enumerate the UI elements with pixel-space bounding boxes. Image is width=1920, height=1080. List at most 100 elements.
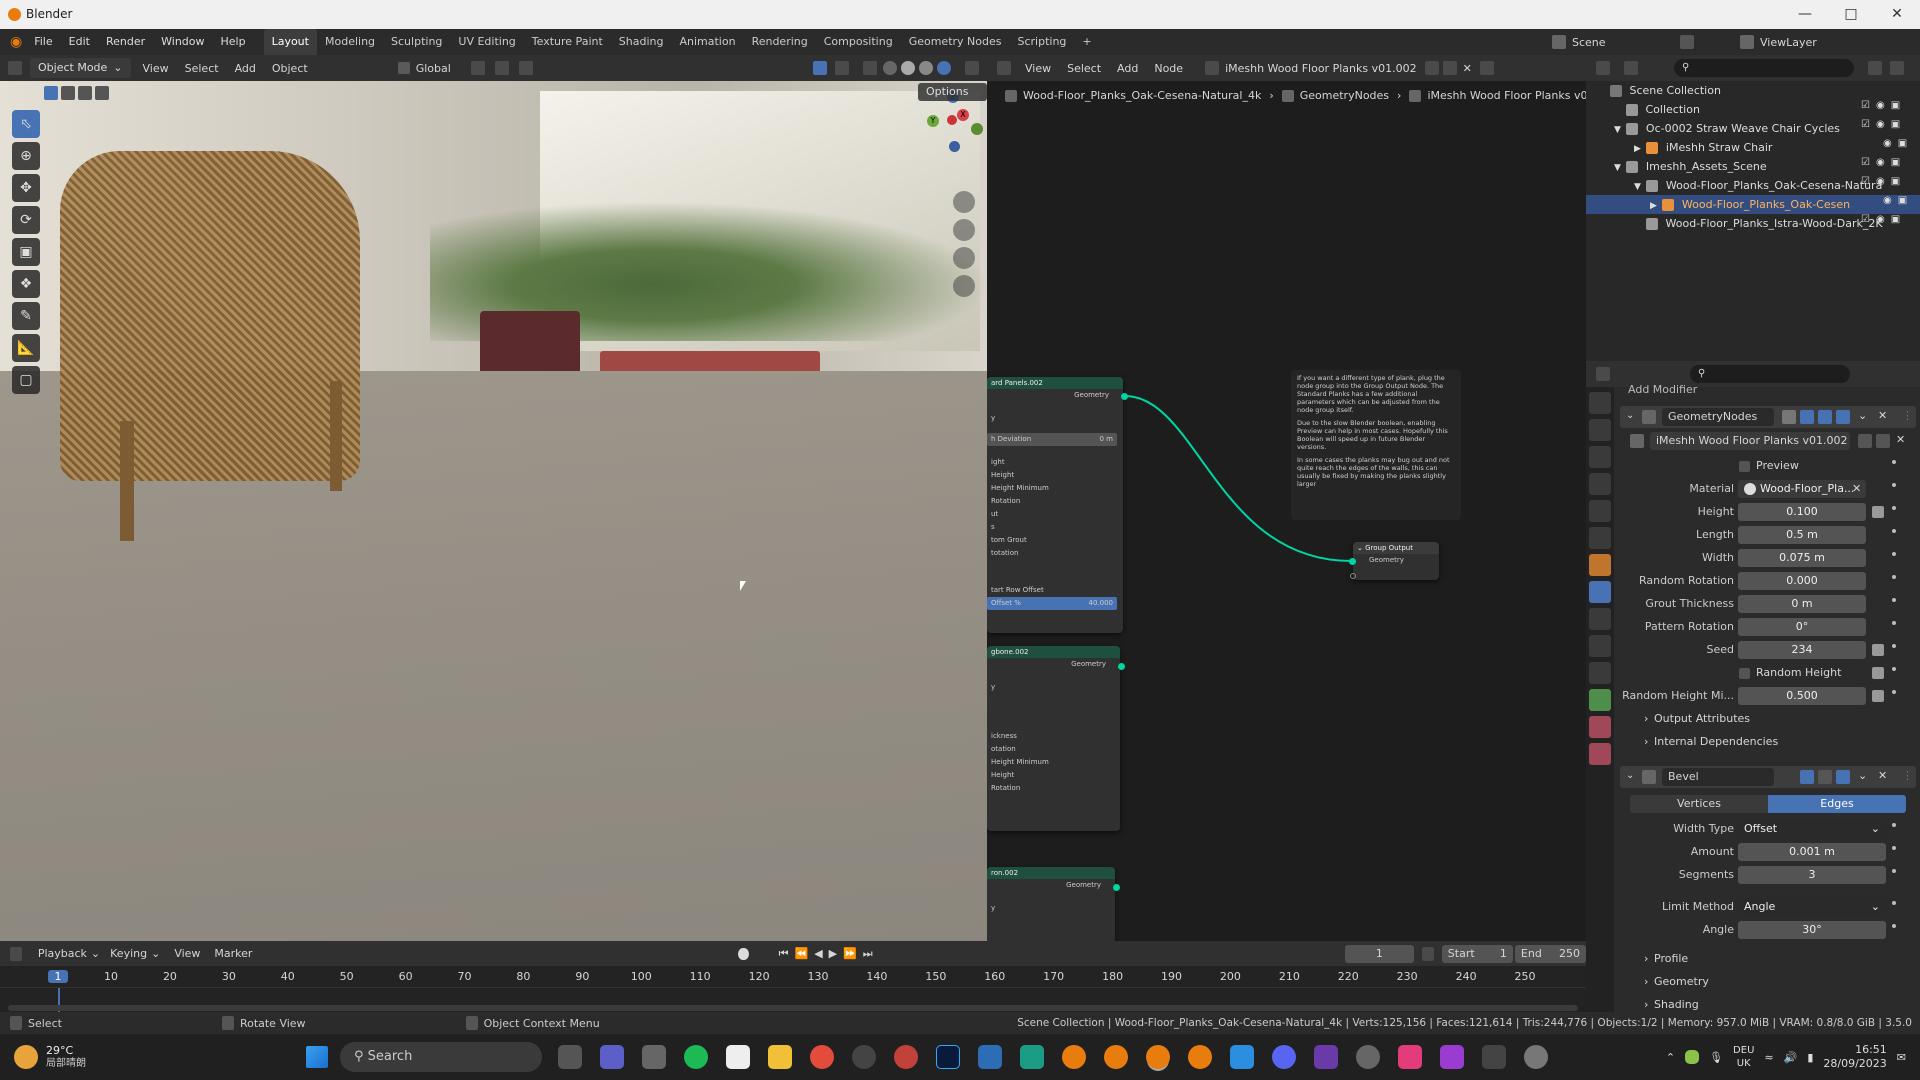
rendered-shading-icon[interactable] <box>937 61 951 75</box>
chrome-icon[interactable] <box>810 1045 834 1069</box>
output-socket[interactable] <box>1118 663 1125 670</box>
pivot-icon[interactable] <box>470 61 485 75</box>
blender-active-icon[interactable] <box>1146 1045 1170 1069</box>
viewport-menu-view[interactable]: View <box>143 62 169 75</box>
modifier-name-input[interactable]: Bevel <box>1662 768 1774 786</box>
pattern-rotation-field[interactable]: 0° <box>1738 618 1866 636</box>
pin-icon[interactable] <box>1479 61 1494 75</box>
menu-help[interactable]: Help <box>213 29 254 55</box>
edges-tab[interactable]: Edges <box>1768 795 1906 813</box>
preview-range-icon[interactable] <box>1421 946 1434 961</box>
visibility-toggles-icon[interactable]: ☑◉▣ <box>1861 176 1917 195</box>
internal-dependencies-panel[interactable]: › Internal Dependencies <box>1586 731 1920 754</box>
limit-method-dropdown[interactable]: Angle ⌄ <box>1738 898 1886 916</box>
node-menu-node[interactable]: Node <box>1154 62 1183 75</box>
add-modifier-label[interactable]: Add Modifier <box>1628 383 1697 396</box>
start-frame-field[interactable]: Start 1 <box>1441 944 1513 963</box>
blender-icon[interactable] <box>1188 1045 1212 1069</box>
attribute-toggle-icon[interactable] <box>1872 667 1884 679</box>
wifi-icon[interactable]: ≈ <box>1764 1051 1773 1064</box>
task-view-icon[interactable] <box>558 1045 582 1069</box>
minimize-icon[interactable]: — <box>1782 0 1828 29</box>
attribute-toggle-icon[interactable] <box>1872 506 1884 518</box>
keyframe-dot-icon[interactable] <box>1892 575 1896 579</box>
timeline-type-icon[interactable] <box>10 946 22 961</box>
node-menu-add[interactable]: Add <box>1117 62 1138 75</box>
move-tool[interactable]: ✥ <box>12 174 40 202</box>
output-socket[interactable] <box>1121 393 1128 400</box>
visibility-toggles-icon[interactable]: ☑◉▣ <box>1861 214 1917 233</box>
snap-icon[interactable] <box>494 61 509 75</box>
gizmo-neg-z[interactable] <box>949 141 960 152</box>
group-output-node[interactable]: ⌄ Group Output Geometry <box>1353 542 1439 580</box>
geometry-panel[interactable]: › Geometry <box>1586 971 1920 994</box>
keyframe-dot-icon[interactable] <box>1892 644 1896 648</box>
rotate-tool[interactable]: ⟳ <box>12 206 40 234</box>
gizmo-x-axis[interactable]: X <box>957 109 969 121</box>
editor-type-icon[interactable] <box>8 61 22 75</box>
preview-checkbox[interactable] <box>1739 461 1750 472</box>
perspective-toggle-icon[interactable] <box>953 275 975 297</box>
height-field[interactable]: 0.100 <box>1738 503 1866 521</box>
unlink-icon[interactable]: ✕ <box>1463 62 1472 75</box>
profile-panel[interactable]: › Profile <box>1586 948 1920 971</box>
app-icon[interactable] <box>1440 1045 1464 1069</box>
width-type-dropdown[interactable]: Offset ⌄ <box>1738 820 1886 838</box>
gizmo-toggle-icon[interactable] <box>813 61 827 75</box>
playback-controls-icon[interactable]: ⏮⏪◀▶⏩⏭ <box>779 947 879 961</box>
windows-start-icon[interactable] <box>306 1046 328 1068</box>
width-field[interactable]: 0.075 m <box>1738 549 1866 567</box>
node-editor-canvas[interactable]: Wood-Floor_Planks_Oak-Cesena-Natural_4k … <box>987 81 1586 941</box>
herringbone-node[interactable]: gbone.002 Geometry y ickness otation Hei… <box>987 646 1120 831</box>
keyframe-dot-icon[interactable] <box>1892 483 1896 487</box>
tab-uv-editing[interactable]: UV Editing <box>450 29 523 55</box>
transform-orientation-dropdown[interactable]: Global <box>397 62 451 75</box>
app-icon[interactable] <box>852 1045 876 1069</box>
tab-shading[interactable]: Shading <box>611 29 672 55</box>
transform-tool[interactable]: ❖ <box>12 270 40 298</box>
outliner-type-icon[interactable] <box>1596 61 1610 75</box>
snipping-tool-icon[interactable] <box>642 1045 666 1069</box>
3d-viewport[interactable]: Y X Z Options ⌄ <box>0 81 987 941</box>
edit-mode-toggle-icon[interactable] <box>1782 410 1796 424</box>
viewport-toggle-icon[interactable] <box>1818 410 1832 424</box>
length-field[interactable]: 0.5 m <box>1738 526 1866 544</box>
keyframe-dot-icon[interactable] <box>1892 529 1896 533</box>
seed-field[interactable]: 234 <box>1738 641 1866 659</box>
grout-thickness-field[interactable]: 0 m <box>1738 595 1866 613</box>
proportional-edit-icon[interactable] <box>518 61 533 75</box>
expand-arrow-icon[interactable]: ▼ <box>1614 163 1621 173</box>
menu-window[interactable]: Window <box>153 29 212 55</box>
select-box-tool[interactable]: ⬁ <box>12 110 40 138</box>
tool-tab-icon[interactable] <box>1589 392 1611 414</box>
pause-render-icon[interactable] <box>965 61 979 75</box>
weather-widget[interactable]: 29°C 局部晴朗 <box>46 1044 86 1070</box>
zoom-icon[interactable] <box>953 191 975 213</box>
close-icon[interactable]: ✕ <box>1874 0 1920 29</box>
view-layer-name[interactable]: ViewLayer <box>1760 36 1817 49</box>
keyframe-dot-icon[interactable] <box>1892 667 1896 671</box>
microphone-icon[interactable]: 🎙 <box>1709 1051 1723 1064</box>
viewport-menu-add[interactable]: Add <box>235 62 256 75</box>
file-explorer-icon[interactable] <box>768 1045 792 1069</box>
blender-icon[interactable] <box>1062 1045 1086 1069</box>
settings-icon[interactable] <box>1524 1045 1548 1069</box>
visibility-toggles-icon[interactable]: ☑◉▣ <box>1861 157 1917 176</box>
maximize-icon[interactable]: □ <box>1828 0 1874 29</box>
terminal-icon[interactable] <box>1482 1045 1506 1069</box>
node-menu-select[interactable]: Select <box>1067 62 1101 75</box>
timeline-menu-keying[interactable]: Keying <box>110 947 147 960</box>
keyframe-dot-icon[interactable] <box>1892 869 1896 873</box>
scene-name[interactable]: Scene <box>1572 36 1672 49</box>
edit-mode-toggle-icon[interactable] <box>1800 770 1814 784</box>
battery-icon[interactable]: ▮ <box>1807 1051 1813 1064</box>
properties-search-input[interactable]: ⚲ <box>1690 365 1850 383</box>
tray-chevron-icon[interactable]: ⌃ <box>1666 1051 1675 1064</box>
keyframe-dot-icon[interactable] <box>1892 598 1896 602</box>
keyframe-dot-icon[interactable] <box>1892 901 1896 905</box>
object-mode-dropdown[interactable]: Object Mode ⌄ <box>30 58 131 78</box>
teams-icon[interactable] <box>600 1045 624 1069</box>
solid-shading-icon[interactable] <box>901 61 915 75</box>
tab-texture-paint[interactable]: Texture Paint <box>524 29 611 55</box>
keyframe-dot-icon[interactable] <box>1892 846 1896 850</box>
